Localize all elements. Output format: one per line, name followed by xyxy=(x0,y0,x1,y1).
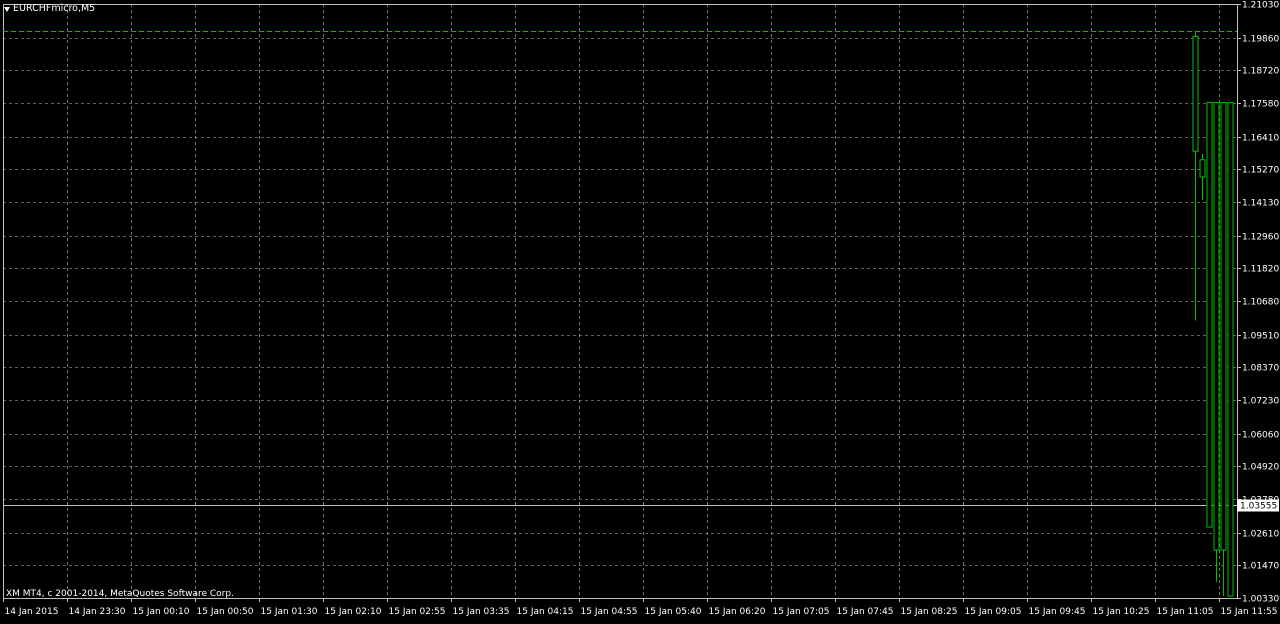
y-tick-label: 1.17580 xyxy=(1242,100,1279,110)
y-tick-label: 1.02610 xyxy=(1242,530,1279,540)
y-tick-label: 1.21030 xyxy=(1242,1,1279,11)
x-tick-label: 15 Jan 10:25 xyxy=(1093,607,1150,617)
candle-body xyxy=(1227,101,1234,597)
plot-frame xyxy=(3,4,1238,599)
x-tick-label: 15 Jan 02:10 xyxy=(325,607,382,617)
copyright-text: XM MT4, c 2001-2014, MetaQuotes Software… xyxy=(6,589,234,599)
symbol-title[interactable]: EURCHFmicro,M5 xyxy=(4,3,95,14)
y-tick-label: 1.16410 xyxy=(1242,134,1279,144)
y-tick-label: 1.11820 xyxy=(1242,265,1279,275)
candle-body xyxy=(1213,101,1220,551)
y-tick-label: 1.10680 xyxy=(1242,298,1279,308)
x-tick-label: 15 Jan 09:45 xyxy=(1029,607,1086,617)
candle-body xyxy=(1199,159,1206,178)
y-tick-label: 1.06060 xyxy=(1242,431,1279,441)
x-tick-label: 15 Jan 04:15 xyxy=(517,607,574,617)
y-tick-label: 1.08370 xyxy=(1242,364,1279,374)
bid-price-label: 1.03555 xyxy=(1240,502,1277,512)
chart-canvas[interactable]: 1.21030 1.19860 1.18720 1.17580 1.16410 1.152… xyxy=(0,0,1280,620)
x-tick-label: 15 Jan 08:25 xyxy=(901,607,958,617)
x-tick-label: 15 Jan 07:05 xyxy=(773,607,830,617)
y-tick-label: 1.00330 xyxy=(1242,595,1279,605)
price-chart[interactable]: 1.21030 1.19860 1.18720 1.17580 1.16410 1.152… xyxy=(0,0,1280,620)
y-tick-label: 1.12960 xyxy=(1242,233,1279,243)
y-tick-label: 1.19860 xyxy=(1242,35,1279,45)
candle-body xyxy=(1206,101,1213,528)
x-tick-label: 14 Jan 2015 xyxy=(5,607,59,617)
x-tick-label: 15 Jan 06:20 xyxy=(709,607,766,617)
x-tick-label: 15 Jan 01:30 xyxy=(261,607,318,617)
x-tick-label: 15 Jan 11:05 xyxy=(1157,607,1214,617)
x-tick-label: 15 Jan 09:05 xyxy=(965,607,1022,617)
candle-body xyxy=(1220,101,1227,551)
x-tick-label: 15 Jan 00:50 xyxy=(197,607,254,617)
dropdown-triangle-icon[interactable] xyxy=(4,6,10,12)
x-tick-label: 14 Jan 23:30 xyxy=(69,607,126,617)
candle-body xyxy=(1192,35,1199,152)
y-tick-label: 1.15270 xyxy=(1242,166,1279,176)
y-tick-label: 1.07230 xyxy=(1242,397,1279,407)
y-tick-label: 1.14130 xyxy=(1242,199,1279,209)
x-tick-label: 15 Jan 11:55 xyxy=(1221,607,1278,617)
y-tick-label: 1.04920 xyxy=(1242,463,1279,473)
y-tick-label: 1.09510 xyxy=(1242,332,1279,342)
symbol-text: EURCHFmicro,M5 xyxy=(13,3,96,14)
x-tick-label: 15 Jan 07:45 xyxy=(837,607,894,617)
x-tick-label: 15 Jan 05:40 xyxy=(645,607,702,617)
y-tick-label: 1.18720 xyxy=(1242,67,1279,77)
x-tick-label: 15 Jan 02:55 xyxy=(389,607,446,617)
x-tick-label: 15 Jan 03:35 xyxy=(453,607,510,617)
x-tick-label: 15 Jan 00:10 xyxy=(133,607,190,617)
y-tick-label: 1.01470 xyxy=(1242,562,1279,572)
x-tick-label: 15 Jan 04:55 xyxy=(581,607,638,617)
